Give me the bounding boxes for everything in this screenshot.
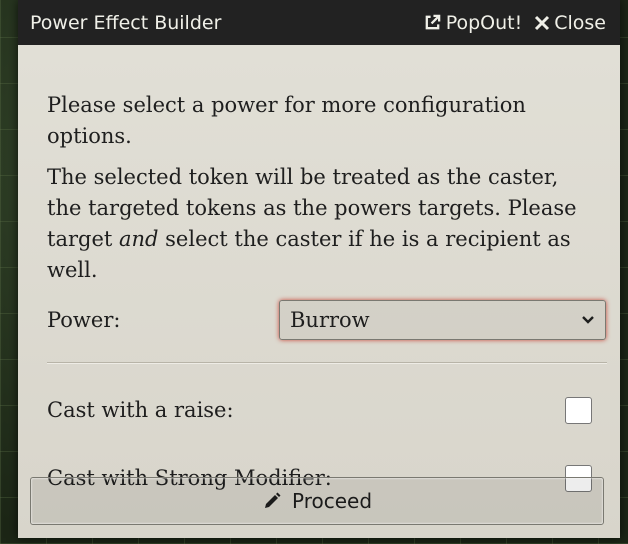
raise-checkbox[interactable] — [565, 396, 592, 424]
chevron-down-icon — [581, 315, 595, 325]
popout-label: PopOut! — [445, 11, 523, 34]
power-select-value: Burrow — [290, 308, 370, 332]
close-label: Close — [554, 11, 606, 34]
proceed-button[interactable]: Proceed — [30, 477, 604, 525]
pencil-icon — [262, 491, 282, 511]
raise-option-row: Cast with a raise: — [47, 390, 595, 430]
power-effect-builder-dialog: Power Effect Builder PopOut! Close Pleas… — [18, 0, 620, 538]
section-divider — [47, 362, 607, 364]
power-label: Power: — [47, 308, 121, 332]
popout-button[interactable]: PopOut! — [423, 11, 523, 34]
times-icon — [534, 15, 550, 31]
power-row: Power: Burrow — [47, 298, 606, 342]
raise-label: Cast with a raise: — [47, 398, 234, 422]
power-select[interactable]: Burrow — [279, 300, 606, 340]
window-title: Power Effect Builder — [30, 11, 222, 34]
window-titlebar[interactable]: Power Effect Builder PopOut! Close — [18, 0, 620, 45]
intro-text: Please select a power for more configura… — [47, 93, 526, 148]
external-link-icon — [423, 13, 442, 32]
close-button[interactable]: Close — [534, 12, 606, 34]
dialog-content: Please select a power for more configura… — [47, 90, 607, 498]
proceed-label: Proceed — [291, 489, 373, 513]
emphasis-and: and — [118, 227, 159, 251]
instructions-text: The selected token will be treated as th… — [47, 165, 577, 282]
